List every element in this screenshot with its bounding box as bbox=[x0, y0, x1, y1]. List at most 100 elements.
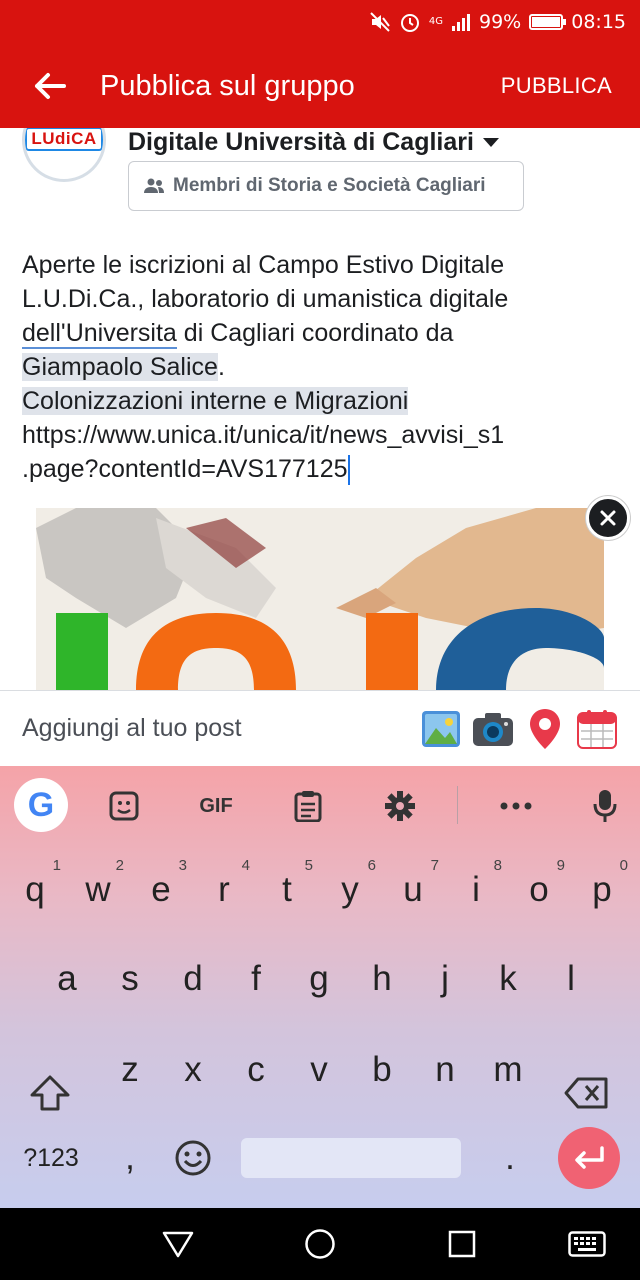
keyboard-toolbar: G GIF bbox=[0, 766, 640, 844]
clock: 08:15 bbox=[571, 11, 626, 33]
shift-key[interactable] bbox=[20, 1058, 80, 1128]
key-q[interactable]: q1 bbox=[5, 855, 65, 925]
composer: LUdiCA Digitale Università di Cagliari M… bbox=[0, 128, 640, 690]
avatar-logo: LUdiCA bbox=[25, 128, 103, 151]
square-recents-icon bbox=[448, 1230, 476, 1258]
key-k[interactable]: k bbox=[478, 944, 538, 1014]
key-label: o bbox=[529, 870, 549, 909]
publish-button[interactable]: PUBBLICA bbox=[501, 73, 640, 99]
key-y[interactable]: y6 bbox=[320, 855, 380, 925]
key-label: w bbox=[85, 870, 111, 909]
key-e[interactable]: e3 bbox=[131, 855, 191, 925]
clipboard-button[interactable] bbox=[288, 786, 328, 826]
key-a[interactable]: a bbox=[37, 944, 97, 1014]
key-i[interactable]: i8 bbox=[446, 855, 506, 925]
key-p[interactable]: p0 bbox=[572, 855, 632, 925]
key-hint: 4 bbox=[241, 857, 250, 874]
audience-selector[interactable]: Membri di Storia e Società Cagliari bbox=[128, 161, 524, 211]
members-icon bbox=[144, 178, 164, 193]
key-h[interactable]: h bbox=[352, 944, 412, 1014]
triangle-back-icon bbox=[162, 1231, 194, 1258]
key-label: i bbox=[472, 870, 480, 909]
more-button[interactable] bbox=[496, 786, 536, 826]
preview-illustration bbox=[36, 508, 604, 690]
key-r[interactable]: r4 bbox=[194, 855, 254, 925]
nav-recents-button[interactable] bbox=[442, 1224, 482, 1264]
key-m[interactable]: m bbox=[478, 1035, 538, 1105]
caret-down-icon bbox=[482, 137, 499, 147]
key-j[interactable]: j bbox=[415, 944, 475, 1014]
key-hint: 1 bbox=[52, 857, 61, 874]
key-l[interactable]: l bbox=[541, 944, 601, 1014]
key-o[interactable]: o9 bbox=[509, 855, 569, 925]
emoji-key[interactable] bbox=[163, 1123, 223, 1193]
key-s[interactable]: s bbox=[100, 944, 160, 1014]
camera-button[interactable] bbox=[472, 708, 514, 750]
post-line: Giampaolo Salice. bbox=[22, 350, 622, 384]
toolbar-divider bbox=[457, 786, 458, 824]
keyboard-icon bbox=[568, 1231, 606, 1257]
settings-button[interactable] bbox=[380, 786, 420, 826]
key-v[interactable]: v bbox=[289, 1035, 349, 1105]
google-button[interactable]: G bbox=[14, 778, 68, 832]
period-key[interactable]: . bbox=[480, 1123, 540, 1193]
group-selector[interactable]: Digitale Università di Cagliari bbox=[128, 128, 500, 157]
page-title: Pubblica sul gruppo bbox=[100, 69, 355, 102]
add-to-post-bar[interactable]: Aggiungi al tuo post bbox=[0, 690, 640, 766]
key-c[interactable]: c bbox=[226, 1035, 286, 1105]
sticker-icon bbox=[109, 791, 139, 821]
back-button[interactable] bbox=[0, 44, 100, 128]
photo-icon bbox=[422, 710, 460, 747]
voice-input-button[interactable] bbox=[585, 786, 625, 826]
key-u[interactable]: u7 bbox=[383, 855, 443, 925]
backspace-key[interactable] bbox=[556, 1058, 616, 1128]
key-f[interactable]: f bbox=[226, 944, 286, 1014]
text-cursor bbox=[347, 455, 350, 486]
key-b[interactable]: b bbox=[352, 1035, 412, 1105]
gear-icon bbox=[385, 791, 415, 821]
symbols-key[interactable]: ?123 bbox=[14, 1123, 88, 1193]
status-bar: 4G 99% 08:15 bbox=[0, 0, 640, 44]
group-avatar[interactable]: LUdiCA bbox=[22, 128, 106, 182]
key-label: r bbox=[218, 870, 230, 909]
shift-icon bbox=[30, 1075, 70, 1111]
photo-button[interactable] bbox=[420, 708, 462, 750]
space-key[interactable] bbox=[241, 1138, 461, 1178]
post-text-input[interactable]: Aperte le iscrizioni al Campo Estivo Dig… bbox=[22, 248, 622, 486]
key-hint: 0 bbox=[619, 857, 628, 874]
camera-icon bbox=[473, 712, 513, 746]
key-x[interactable]: x bbox=[163, 1035, 223, 1105]
key-g[interactable]: g bbox=[289, 944, 349, 1014]
post-tools bbox=[420, 708, 640, 750]
key-t[interactable]: t5 bbox=[257, 855, 317, 925]
system-nav-bar bbox=[0, 1208, 640, 1280]
highlighted-name: Giampaolo Salice bbox=[22, 353, 218, 381]
nav-back-button[interactable] bbox=[158, 1224, 198, 1264]
enter-key[interactable] bbox=[558, 1127, 620, 1189]
key-z[interactable]: z bbox=[100, 1035, 160, 1105]
keyboard-switch-button[interactable] bbox=[566, 1224, 608, 1264]
calendar-icon bbox=[577, 709, 617, 749]
mute-icon bbox=[369, 11, 391, 33]
battery-percent: 99% bbox=[479, 11, 522, 33]
comma-key[interactable]: , bbox=[100, 1123, 160, 1193]
key-hint: 9 bbox=[556, 857, 565, 874]
soft-keyboard: G GIF q1w2e3r4t5y6u7i8o9p0 asdfghjkl zxc… bbox=[0, 766, 640, 1208]
event-button[interactable] bbox=[576, 708, 618, 750]
post-line-rest: . bbox=[217, 353, 225, 381]
key-n[interactable]: n bbox=[415, 1035, 475, 1105]
key-w[interactable]: w2 bbox=[68, 855, 128, 925]
battery-fill bbox=[532, 17, 560, 27]
location-button[interactable] bbox=[524, 708, 566, 750]
post-line: L.U.Di.Ca., laboratorio di umanistica di… bbox=[22, 285, 509, 313]
link-preview-image bbox=[36, 508, 604, 690]
key-d[interactable]: d bbox=[163, 944, 223, 1014]
post-line: dell'Universita di Cagliari coordinato d… bbox=[22, 316, 622, 350]
key-label: t bbox=[282, 870, 292, 909]
sticker-button[interactable] bbox=[104, 786, 144, 826]
remove-preview-button[interactable] bbox=[586, 496, 630, 540]
close-icon bbox=[600, 510, 616, 526]
nav-home-button[interactable] bbox=[300, 1224, 340, 1264]
gif-button[interactable]: GIF bbox=[192, 786, 240, 826]
key-hint: 3 bbox=[178, 857, 187, 874]
